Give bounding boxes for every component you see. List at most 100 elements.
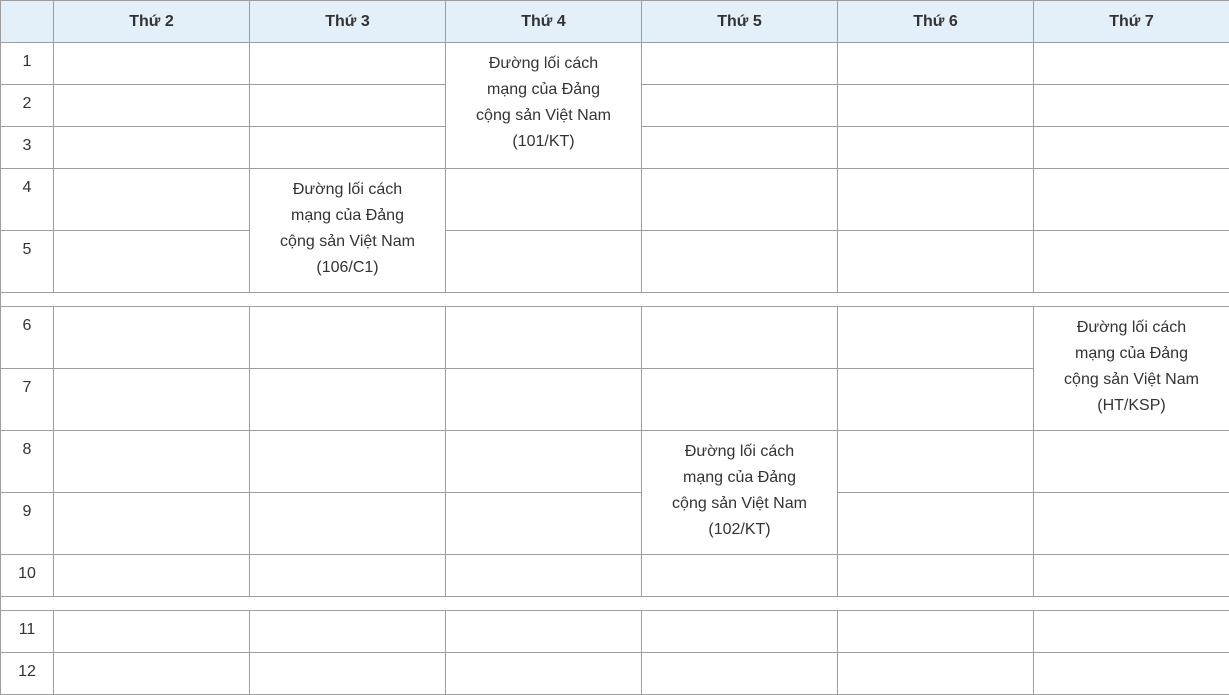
session-divider [1,293,1229,307]
empty-slot [838,169,1034,231]
day-header-fri: Thứ 6 [838,1,1034,43]
period-number: 10 [1,555,54,597]
period-number: 1 [1,43,54,85]
empty-slot [642,369,838,431]
empty-slot [54,127,250,169]
period-number: 6 [1,307,54,369]
empty-slot [54,231,250,293]
empty-slot [54,43,250,85]
day-header-wed: Thứ 4 [446,1,642,43]
empty-slot [54,431,250,493]
empty-slot [446,231,642,293]
period-number: 12 [1,653,54,695]
empty-slot [642,127,838,169]
day-header-mon: Thứ 2 [54,1,250,43]
period-row: 8 Đường lối cách mạng của Đảng cộng sản … [1,431,1229,493]
course-cell-tue-106[interactable]: Đường lối cách mạng của Đảng cộng sản Vi… [250,169,446,293]
empty-slot [446,169,642,231]
empty-slot [446,555,642,597]
course-room: (102/KT) [642,517,837,543]
empty-slot [446,307,642,369]
period-number: 7 [1,369,54,431]
empty-slot [838,653,1034,695]
course-name-line: Đường lối cách [1034,315,1229,341]
course-name-line: cộng sản Việt Nam [642,491,837,517]
header-corner [1,1,54,43]
period-number: 9 [1,493,54,555]
period-row: 4 Đường lối cách mạng của Đảng cộng sản … [1,169,1229,231]
empty-slot [642,231,838,293]
course-name-line: mạng của Đảng [446,77,641,103]
session-divider [1,597,1229,611]
empty-slot [838,231,1034,293]
empty-slot [1034,85,1229,127]
period-row: 6 Đường lối cách mạng của Đảng cộng sản … [1,307,1229,369]
empty-slot [250,127,446,169]
session-divider-cell [1,293,1229,307]
period-row: 9 [1,493,1229,555]
empty-slot [250,43,446,85]
course-room: (101/KT) [446,129,641,155]
day-header-tue: Thứ 3 [250,1,446,43]
empty-slot [54,493,250,555]
empty-slot [1034,493,1229,555]
day-header-sat: Thứ 7 [1034,1,1229,43]
empty-slot [250,555,446,597]
course-name-line: Đường lối cách [446,51,641,77]
empty-slot [54,307,250,369]
empty-slot [250,85,446,127]
course-name-line: Đường lối cách [642,439,837,465]
empty-slot [838,431,1034,493]
empty-slot [838,307,1034,369]
empty-slot [1034,653,1229,695]
period-row: 11 [1,611,1229,653]
timetable: Thứ 2 Thứ 3 Thứ 4 Thứ 5 Thứ 6 Thứ 7 1 Đư… [0,0,1229,695]
empty-slot [446,493,642,555]
empty-slot [838,555,1034,597]
empty-slot [1034,43,1229,85]
empty-slot [250,611,446,653]
course-name-line: cộng sản Việt Nam [250,229,445,255]
course-cell-wed-101[interactable]: Đường lối cách mạng của Đảng cộng sản Vi… [446,43,642,169]
empty-slot [446,653,642,695]
course-cell-thu-102[interactable]: Đường lối cách mạng của Đảng cộng sản Vi… [642,431,838,555]
empty-slot [250,493,446,555]
course-room: (106/C1) [250,255,445,281]
empty-slot [54,653,250,695]
empty-slot [1034,127,1229,169]
empty-slot [1034,611,1229,653]
course-name-line: mạng của Đảng [250,203,445,229]
period-number: 5 [1,231,54,293]
empty-slot [54,169,250,231]
period-row: 1 Đường lối cách mạng của Đảng cộng sản … [1,43,1229,85]
empty-slot [838,369,1034,431]
empty-slot [642,555,838,597]
empty-slot [1034,555,1229,597]
empty-slot [54,611,250,653]
empty-slot [250,653,446,695]
course-name-line: mạng của Đảng [1034,341,1229,367]
empty-slot [1034,169,1229,231]
empty-slot [838,493,1034,555]
empty-slot [54,85,250,127]
empty-slot [250,369,446,431]
empty-slot [54,369,250,431]
course-cell-sat-ht[interactable]: Đường lối cách mạng của Đảng cộng sản Vi… [1034,307,1229,431]
course-name-line: Đường lối cách [250,177,445,203]
empty-slot [642,307,838,369]
course-name-line: cộng sản Việt Nam [446,103,641,129]
empty-slot [838,127,1034,169]
course-room: (HT/KSP) [1034,393,1229,419]
empty-slot [642,169,838,231]
empty-slot [642,653,838,695]
empty-slot [250,431,446,493]
empty-slot [446,369,642,431]
empty-slot [838,43,1034,85]
course-name-line: mạng của Đảng [642,465,837,491]
period-number: 3 [1,127,54,169]
period-number: 2 [1,85,54,127]
period-number: 11 [1,611,54,653]
empty-slot [642,85,838,127]
empty-slot [446,611,642,653]
period-row: 10 [1,555,1229,597]
